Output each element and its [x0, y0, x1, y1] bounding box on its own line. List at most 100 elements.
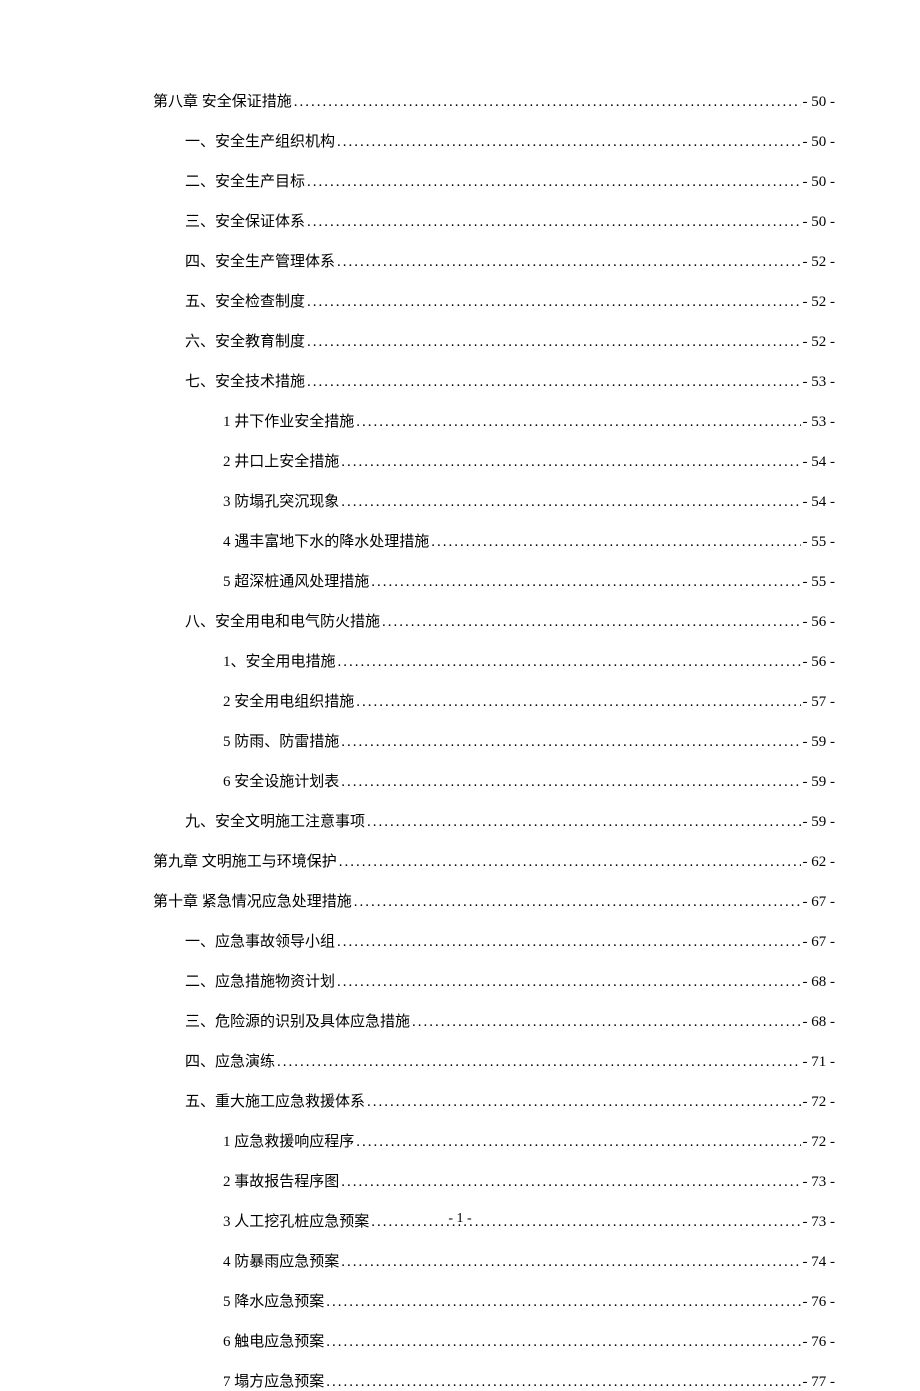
toc-label: 六、安全教育制度 [185, 330, 305, 351]
toc-label: 三、危险源的识别及具体应急措施 [185, 1010, 410, 1031]
toc-leader-dots [307, 174, 800, 191]
toc-label: 4 防暴雨应急预案 [223, 1250, 339, 1271]
toc-leader-dots [337, 974, 800, 991]
toc-label: 第十章 紧急情况应急处理措施 [153, 890, 352, 911]
toc-leader-dots [307, 294, 800, 311]
toc-page: - 76 - [803, 1294, 836, 1311]
toc-entry[interactable]: 第八章 安全保证措施- 50 - [85, 90, 835, 111]
toc-page: - 67 - [803, 934, 836, 951]
toc-page: - 59 - [803, 734, 836, 751]
toc-leader-dots [341, 494, 800, 511]
toc-label: 5 降水应急预案 [223, 1290, 324, 1311]
toc-leader-dots [341, 454, 800, 471]
toc-page: - 59 - [803, 814, 836, 831]
toc-entry[interactable]: 5 超深桩通风处理措施 - 55 - [85, 570, 835, 591]
toc-label: 五、安全检查制度 [185, 290, 305, 311]
toc-entry[interactable]: 八、安全用电和电气防火措施- 56 - [85, 610, 835, 631]
toc-entry[interactable]: 第十章 紧急情况应急处理措施 - 67 - [85, 890, 835, 911]
toc-page: - 57 - [803, 694, 836, 711]
toc-leader-dots [371, 574, 800, 591]
toc-leader-dots [356, 1134, 800, 1151]
toc-page: - 54 - [803, 494, 836, 511]
toc-entry[interactable]: 4 遇丰富地下水的降水处理措施 - 55 - [85, 530, 835, 551]
toc-entry[interactable]: 七、安全技术措施 - 53 - [85, 370, 835, 391]
toc-page: - 67 - [803, 894, 836, 911]
toc-leader-dots [354, 894, 801, 911]
toc-leader-dots [382, 614, 800, 631]
toc-page: - 53 - [803, 374, 836, 391]
toc-entry[interactable]: 四、应急演练- 71 - [85, 1050, 835, 1071]
toc-entry[interactable]: 一、安全生产组织机构- 50 - [85, 130, 835, 151]
toc-leader-dots [341, 734, 800, 751]
toc-leader-dots [341, 1174, 800, 1191]
toc-entry[interactable]: 九、安全文明施工注意事项 - 59 - [85, 810, 835, 831]
toc-entry[interactable]: 6 安全设施计划表- 59 - [85, 770, 835, 791]
toc-entry[interactable]: 7 塌方应急预案- 77 - [85, 1370, 835, 1391]
toc-label: 四、应急演练 [185, 1050, 275, 1071]
toc-leader-dots [341, 1254, 800, 1271]
page-number: - 1 - [0, 1211, 920, 1227]
toc-leader-dots [337, 934, 800, 951]
toc-entry[interactable]: 1 应急救援响应程序- 72 - [85, 1130, 835, 1151]
toc-leader-dots [307, 334, 800, 351]
toc-leader-dots [367, 1094, 800, 1111]
toc-label: 四、安全生产管理体系 [185, 250, 335, 271]
toc-leader-dots [356, 694, 800, 711]
toc-entry[interactable]: 五、安全检查制度 - 52 - [85, 290, 835, 311]
toc-entry[interactable]: 五、重大施工应急救援体系- 72 - [85, 1090, 835, 1111]
toc-entry[interactable]: 二、安全生产目标 - 50 - [85, 170, 835, 191]
toc-label: 5 超深桩通风处理措施 [223, 570, 369, 591]
toc-leader-dots [341, 774, 800, 791]
toc-label: 6 触电应急预案 [223, 1330, 324, 1351]
toc-label: 第九章 文明施工与环境保护 [153, 850, 337, 871]
toc-entry[interactable]: 5 防雨、防雷措施- 59 - [85, 730, 835, 751]
toc-entry[interactable]: 2 事故报告程序图- 73 - [85, 1170, 835, 1191]
toc-leader-dots [339, 854, 801, 871]
toc-entry[interactable]: 1 井下作业安全措施- 53 - [85, 410, 835, 431]
toc-page: - 56 - [803, 614, 836, 631]
toc-entry[interactable]: 2 安全用电组织措施- 57 - [85, 690, 835, 711]
toc-page: - 74 - [803, 1254, 836, 1271]
toc-page: - 53 - [803, 414, 836, 431]
toc-leader-dots [431, 534, 800, 551]
toc-page: - 50 - [803, 134, 836, 151]
toc-leader-dots [337, 254, 800, 271]
toc-label: 二、安全生产目标 [185, 170, 305, 191]
toc-entry[interactable]: 1、安全用电措施- 56 - [85, 650, 835, 671]
toc-entry[interactable]: 6 触电应急预案- 76 - [85, 1330, 835, 1351]
toc-page: - 52 - [803, 254, 836, 271]
toc-label: 五、重大施工应急救援体系 [185, 1090, 365, 1111]
toc-leader-dots [337, 134, 800, 151]
toc-label: 2 井口上安全措施 [223, 450, 339, 471]
toc-entry[interactable]: 三、危险源的识别及具体应急措施- 68 - [85, 1010, 835, 1031]
toc-page: - 52 - [803, 294, 836, 311]
toc-entry[interactable]: 三、安全保证体系- 50 - [85, 210, 835, 231]
toc-leader-dots [326, 1334, 800, 1351]
toc-label: 七、安全技术措施 [185, 370, 305, 391]
toc-entry[interactable]: 第九章 文明施工与环境保护 - 62 - [85, 850, 835, 871]
toc-entry[interactable]: 4 防暴雨应急预案 - 74 - [85, 1250, 835, 1271]
toc-entry[interactable]: 一、应急事故领导小组 - 67 - [85, 930, 835, 951]
toc-label: 九、安全文明施工注意事项 [185, 810, 365, 831]
toc-label: 一、应急事故领导小组 [185, 930, 335, 951]
toc-page: - 77 - [803, 1374, 836, 1391]
toc-label: 4 遇丰富地下水的降水处理措施 [223, 530, 429, 551]
toc-label: 1、安全用电措施 [223, 650, 336, 671]
toc-entry[interactable]: 六、安全教育制度- 52 - [85, 330, 835, 351]
toc-leader-dots [338, 654, 801, 671]
toc-label: 3 防塌孔突沉现象 [223, 490, 339, 511]
toc-leader-dots [307, 214, 800, 231]
toc-entry[interactable]: 3 防塌孔突沉现象 - 54 - [85, 490, 835, 511]
toc-entry[interactable]: 5 降水应急预案 - 76 - [85, 1290, 835, 1311]
toc-leader-dots [326, 1294, 800, 1311]
toc-label: 三、安全保证体系 [185, 210, 305, 231]
toc-label: 1 应急救援响应程序 [223, 1130, 354, 1151]
toc-entry[interactable]: 四、安全生产管理体系 - 52 - [85, 250, 835, 271]
toc-page: - 50 - [803, 174, 836, 191]
toc-entry[interactable]: 二、应急措施物资计划- 68 - [85, 970, 835, 991]
toc-page: - 55 - [803, 534, 836, 551]
toc-leader-dots [277, 1054, 800, 1071]
toc-page: - 55 - [803, 574, 836, 591]
toc-page: - 62 - [803, 854, 836, 871]
toc-entry[interactable]: 2 井口上安全措施- 54 - [85, 450, 835, 471]
